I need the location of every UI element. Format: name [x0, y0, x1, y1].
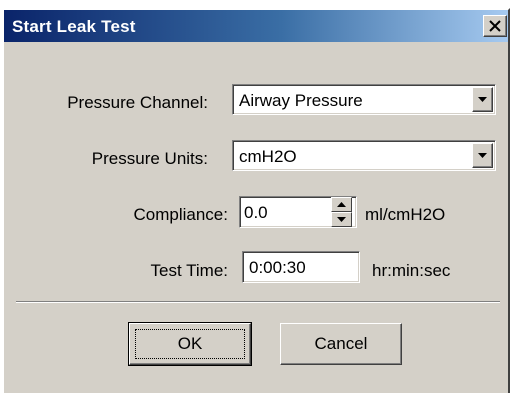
chevron-down-icon	[478, 97, 487, 102]
compliance-value: 0.0	[244, 203, 268, 222]
chevron-down-icon	[478, 153, 487, 158]
test-time-value: 0:00:30	[249, 258, 306, 277]
arrow-up-icon	[337, 202, 346, 207]
spin-up-button[interactable]	[331, 197, 352, 212]
compliance-spinner[interactable]	[331, 197, 352, 227]
start-leak-test-dialog: Start Leak Test Pressure Channel: Airway…	[2, 8, 510, 393]
dialog-title: Start Leak Test	[12, 17, 136, 36]
cancel-button[interactable]: Cancel	[280, 323, 402, 365]
pressure-channel-dropdown-button[interactable]	[472, 87, 493, 112]
test-time-input[interactable]: 0:00:30	[242, 251, 360, 283]
compliance-unit: ml/cmH2O	[365, 205, 446, 224]
close-icon	[489, 20, 501, 32]
separator	[16, 301, 500, 303]
close-button[interactable]	[483, 15, 507, 37]
title-bar[interactable]: Start Leak Test	[4, 10, 508, 42]
pressure-channel-value: Airway Pressure	[239, 91, 363, 110]
pressure-units-select[interactable]: cmH2O	[232, 140, 496, 171]
compliance-label: Compliance:	[133, 205, 229, 224]
pressure-channel-label: Pressure Channel:	[67, 93, 208, 112]
pressure-channel-select[interactable]: Airway Pressure	[232, 84, 496, 115]
pressure-units-label: Pressure Units:	[91, 149, 208, 168]
test-time-unit: hr:min:sec	[372, 261, 451, 280]
pressure-units-value: cmH2O	[239, 147, 297, 166]
arrow-down-icon	[337, 217, 346, 222]
ok-button-label: OK	[177, 334, 203, 353]
test-time-label: Test Time:	[150, 261, 228, 280]
cancel-button-label: Cancel	[314, 334, 368, 353]
pressure-units-dropdown-button[interactable]	[472, 143, 493, 168]
ok-button[interactable]: OK	[128, 322, 252, 366]
spin-down-button[interactable]	[331, 212, 352, 227]
